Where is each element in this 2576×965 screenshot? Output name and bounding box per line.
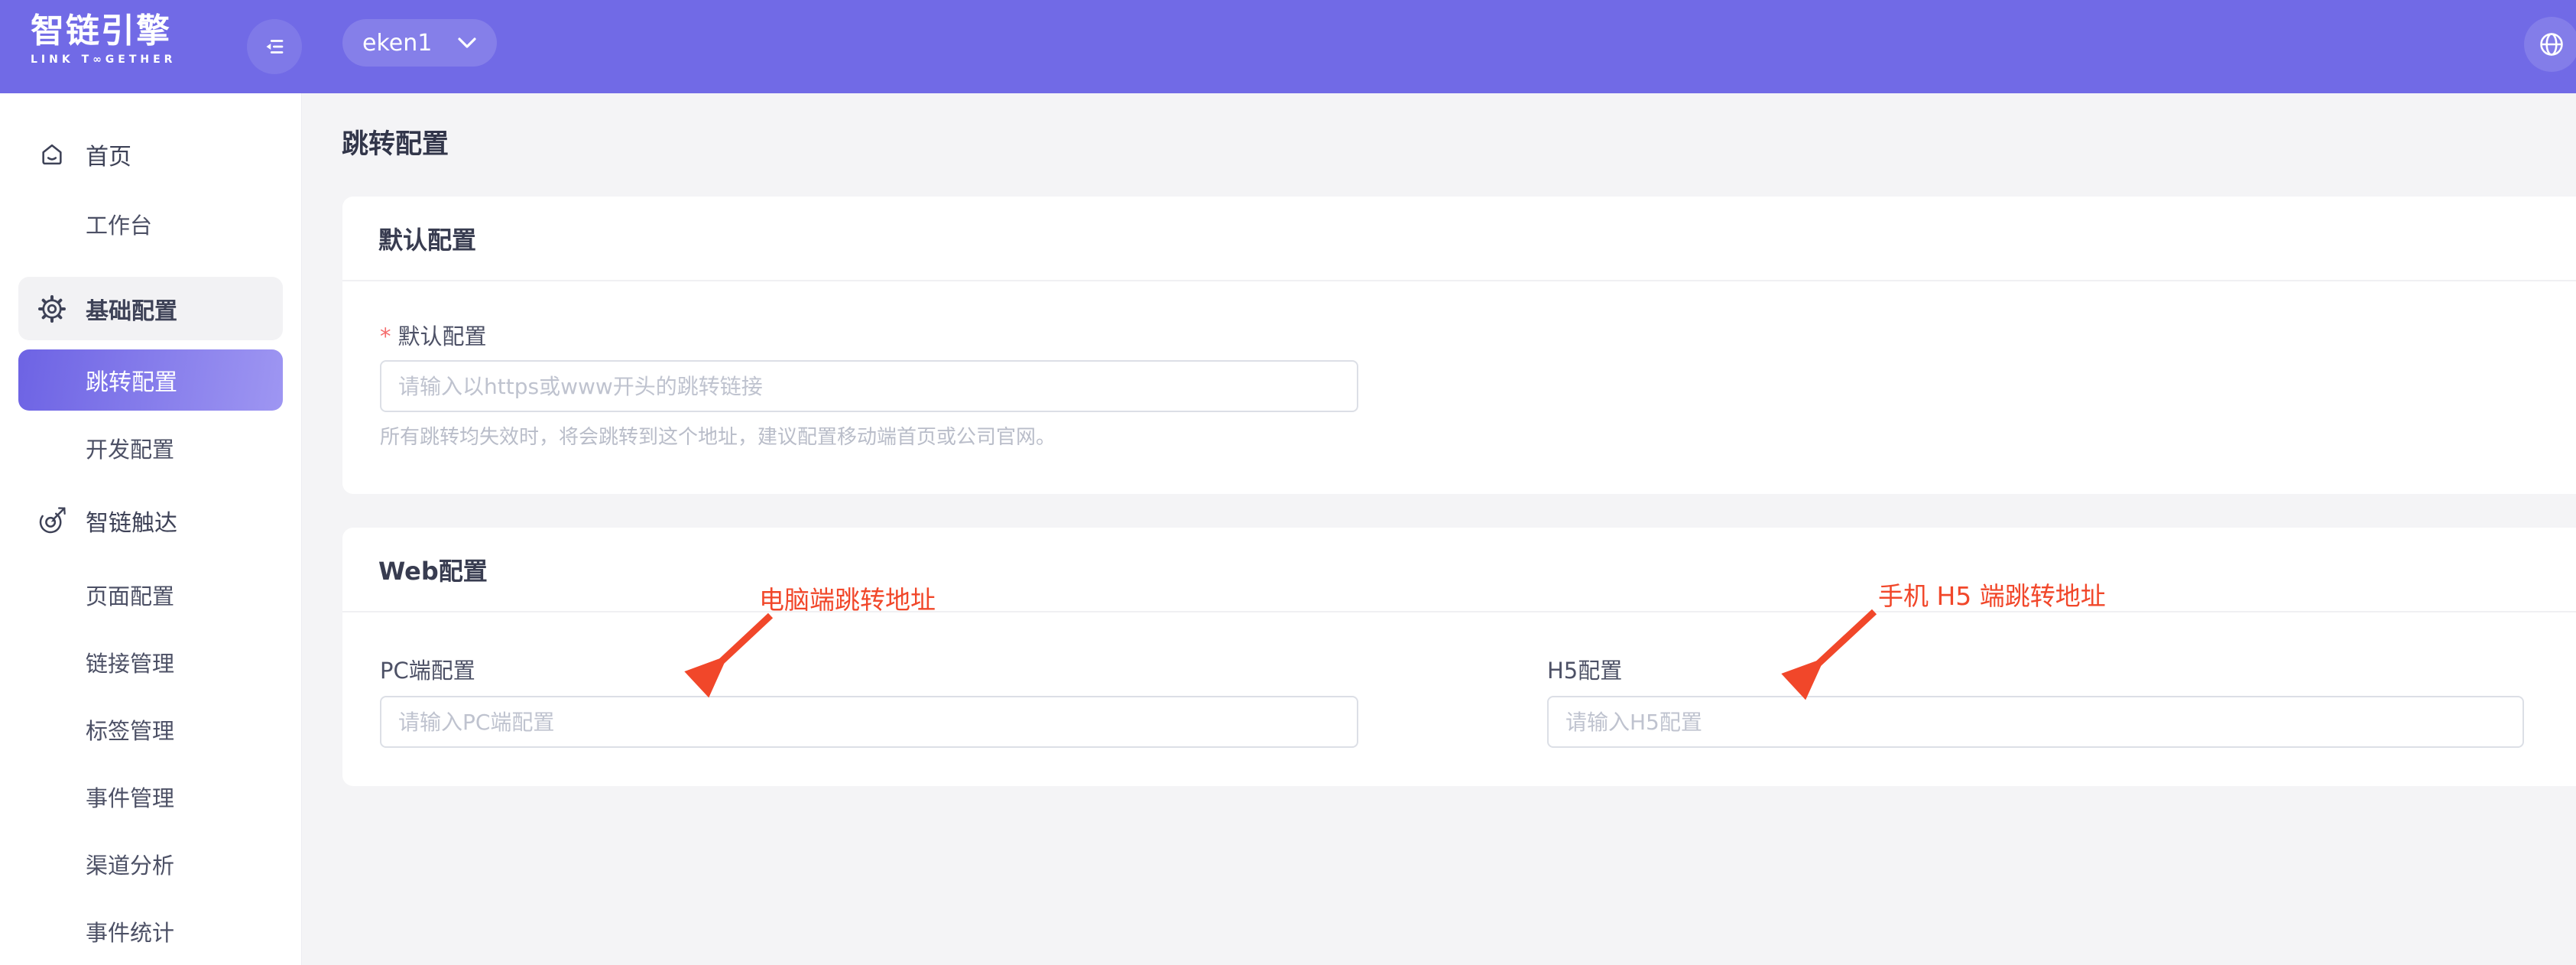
required-mark: *: [380, 323, 391, 349]
sidebar-item-label: 开发配置: [86, 432, 174, 464]
default-config-label: * 默认配置: [380, 319, 487, 351]
brand-logo: 智链引擎 LINK T∞GETHER: [31, 12, 176, 66]
gear-icon: [37, 294, 67, 324]
sidebar-item-label: 事件管理: [86, 781, 174, 813]
card-header: 默认配置: [342, 197, 2576, 281]
field-label-text: PC端配置: [380, 653, 475, 685]
card-title: Web配置: [378, 552, 488, 587]
sidebar-item-label: 链接管理: [86, 646, 174, 678]
sidebar-item-label: 首页: [86, 138, 131, 171]
brand-tagline: LINK T∞GETHER: [31, 54, 176, 66]
sidebar: 首页 工作台 基础配置 跳转配置: [0, 93, 302, 965]
sidebar-item-label: 渠道分析: [86, 848, 174, 880]
sidebar-item-label: 标签管理: [86, 713, 174, 746]
sidebar-item-event-manage[interactable]: 事件管理: [0, 766, 301, 827]
menu-fold-icon: [263, 35, 286, 58]
top-header: 智链引擎 LINK T∞GETHER eken1: [0, 0, 2576, 93]
pc-config-label: PC端配置: [380, 653, 475, 685]
sidebar-item-label: 智链触达: [86, 504, 177, 538]
sidebar-item-home[interactable]: 首页: [0, 124, 301, 185]
project-selector-value: eken1: [362, 30, 432, 57]
sidebar-item-tag-manage[interactable]: 标签管理: [0, 699, 301, 760]
pc-config-input[interactable]: [380, 696, 1358, 748]
h5-config-label: H5配置: [1547, 653, 1622, 685]
sidebar-item-dev-config[interactable]: 开发配置: [0, 418, 301, 479]
brand-title: 智链引擎: [31, 12, 176, 50]
card-header: Web配置: [342, 528, 2576, 612]
app-root: 智链引擎 LINK T∞GETHER eken1: [0, 0, 2576, 965]
target-icon: [37, 505, 67, 536]
default-config-card: 默认配置 * 默认配置 所有跳转均失效时，将会跳转到这个地址，建议配置移动端首页…: [342, 197, 2576, 494]
sidebar-item-label: 跳转配置: [86, 363, 177, 397]
sidebar-item-label: 基础配置: [86, 292, 177, 326]
sidebar-item-link-manage[interactable]: 链接管理: [0, 632, 301, 693]
annotation-arrow-h5: [1787, 603, 1894, 685]
h5-config-input[interactable]: [1547, 696, 2524, 748]
field-label-text: H5配置: [1547, 653, 1622, 685]
language-button[interactable]: [2524, 17, 2576, 72]
project-selector[interactable]: eken1: [342, 19, 497, 67]
sidebar-item-reach[interactable]: 智链触达: [0, 490, 301, 551]
chevron-down-icon: [457, 36, 477, 50]
sidebar-item-label: 事件统计: [86, 915, 174, 947]
sidebar-item-workbench[interactable]: 工作台: [0, 193, 301, 255]
sidebar-item-label: 工作台: [86, 208, 152, 240]
annotation-h5-redirect-text: 手机 H5 端跳转地址: [1878, 576, 2106, 612]
sidebar-item-basic-config[interactable]: 基础配置: [18, 277, 283, 340]
sidebar-item-redirect-config[interactable]: 跳转配置: [18, 349, 283, 411]
sidebar-item-event-stats[interactable]: 事件统计: [0, 901, 301, 962]
sidebar-item-label: 页面配置: [86, 579, 174, 611]
sidebar-item-channel-analysis[interactable]: 渠道分析: [0, 833, 301, 895]
main-content: 跳转配置 默认配置 * 默认配置 所有跳转均失效时，将会跳转到这个地址，建议配置…: [301, 93, 2576, 965]
page-title: 跳转配置: [342, 122, 449, 161]
sidebar-collapse-button[interactable]: [247, 19, 302, 74]
globe-icon: [2538, 31, 2565, 58]
home-icon: [37, 139, 67, 170]
sidebar-item-page-config[interactable]: 页面配置: [0, 564, 301, 625]
web-config-card: Web配置 PC端配置 H5配置: [342, 528, 2576, 786]
field-label-text: 默认配置: [398, 319, 487, 351]
default-config-helper: 所有跳转均失效时，将会跳转到这个地址，建议配置移动端首页或公司官网。: [380, 421, 1056, 450]
card-title: 默认配置: [378, 221, 476, 256]
annotation-arrow-pc: [692, 608, 791, 684]
default-config-input[interactable]: [380, 360, 1358, 412]
